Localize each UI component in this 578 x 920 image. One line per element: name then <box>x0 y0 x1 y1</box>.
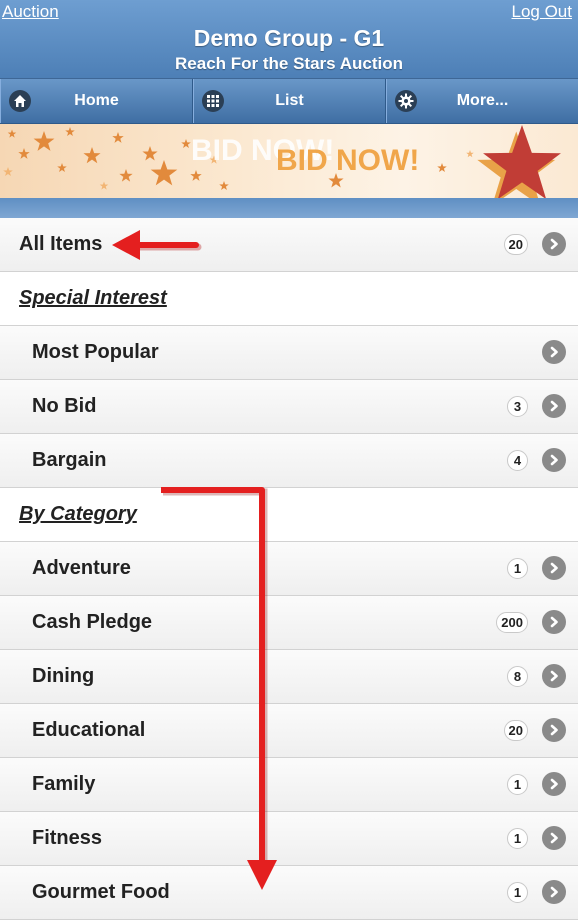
count-badge: 4 <box>507 450 528 471</box>
chevron-right-icon[interactable] <box>542 664 566 688</box>
list-item-cash-pledge[interactable]: Cash Pledge 200 <box>0 596 578 650</box>
grid-icon <box>202 90 224 112</box>
nav-home-label: Home <box>74 92 119 109</box>
list-item-label: By Category <box>19 503 137 525</box>
nav-list-button[interactable]: List <box>193 79 386 123</box>
chevron-right-icon[interactable] <box>542 556 566 580</box>
chevron-right-icon[interactable] <box>542 826 566 850</box>
list-divider-by-category: By Category <box>0 488 578 542</box>
count-badge: 1 <box>507 774 528 795</box>
nav-more-button[interactable]: More... <box>386 79 578 123</box>
chevron-right-icon[interactable] <box>542 718 566 742</box>
list-item-label: Dining <box>32 665 95 687</box>
navbar: Home List More... <box>0 79 578 124</box>
list-item-most-popular[interactable]: Most Popular <box>0 326 578 380</box>
count-badge: 1 <box>507 882 528 903</box>
page-subtitle: Reach For the Stars Auction <box>175 54 403 73</box>
count-badge: 8 <box>507 666 528 687</box>
banner-text: BID NOW! <box>276 144 420 177</box>
chevron-right-icon[interactable] <box>542 340 566 364</box>
list-item-adventure[interactable]: Adventure 1 <box>0 542 578 596</box>
count-badge: 1 <box>507 558 528 579</box>
list-item-no-bid[interactable]: No Bid 3 <box>0 380 578 434</box>
list-item-family[interactable]: Family 1 <box>0 758 578 812</box>
count-badge: 1 <box>507 828 528 849</box>
list-item-fitness[interactable]: Fitness 1 <box>0 812 578 866</box>
list-item-label: Bargain <box>32 449 107 471</box>
gear-icon <box>395 90 417 112</box>
list-item-label: Family <box>32 773 96 795</box>
list-item-label: Adventure <box>32 557 131 579</box>
chevron-right-icon[interactable] <box>542 448 566 472</box>
chevron-right-icon[interactable] <box>542 610 566 634</box>
nav-list-label: List <box>275 92 304 109</box>
list-item-label: All Items <box>19 233 103 255</box>
page-title: Demo Group - G1 <box>193 25 385 51</box>
count-badge: 200 <box>496 612 528 633</box>
list-item-dining[interactable]: Dining 8 <box>0 650 578 704</box>
list-item-label: Educational <box>32 719 146 741</box>
list-item-gourmet-food[interactable]: Gourmet Food 1 <box>0 866 578 920</box>
list-item-educational[interactable]: Educational 20 <box>0 704 578 758</box>
list-item-label: Fitness <box>32 827 103 849</box>
category-list: All Items 20 Special Interest Most Popular N… <box>0 218 578 920</box>
list-item-label: Cash Pledge <box>32 611 153 633</box>
list-divider-special-interest: Special Interest <box>0 272 578 326</box>
logout-link[interactable]: Log Out <box>512 2 573 22</box>
list-item-all-items[interactable]: All Items 20 <box>0 218 578 272</box>
count-badge: 20 <box>503 720 528 741</box>
home-icon <box>9 90 31 112</box>
count-badge: 3 <box>507 396 528 417</box>
bid-now-banner[interactable]: BID NOW! BID NOW! <box>0 124 578 198</box>
count-badge: 20 <box>503 234 528 255</box>
chevron-right-icon[interactable] <box>542 232 566 256</box>
chevron-right-icon[interactable] <box>542 772 566 796</box>
nav-home-button[interactable]: Home <box>0 79 193 123</box>
list-item-bargain[interactable]: Bargain 4 <box>0 434 578 488</box>
app-header: Auction Log Out Demo Group - G1 Reach Fo… <box>0 0 578 79</box>
list-header-strip <box>0 198 578 218</box>
nav-more-label: More... <box>456 92 509 109</box>
list-item-label: Most Popular <box>32 341 159 363</box>
auction-back-link[interactable]: Auction <box>2 2 59 22</box>
chevron-right-icon[interactable] <box>542 880 566 904</box>
list-item-label: Gourmet Food <box>32 881 170 903</box>
list-item-label: No Bid <box>32 395 97 417</box>
list-item-label: Special Interest <box>19 287 167 309</box>
chevron-right-icon[interactable] <box>542 394 566 418</box>
